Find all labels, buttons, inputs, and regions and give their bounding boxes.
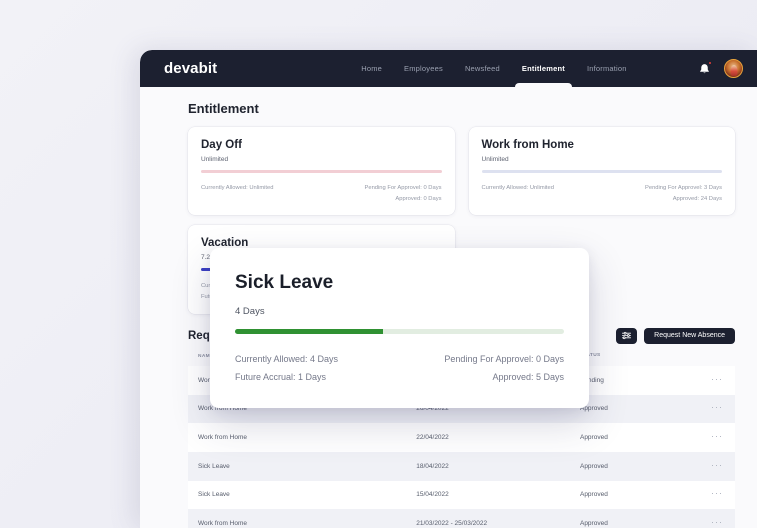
table-row[interactable]: Work from Home 21/03/2022 - 25/03/2022 App…	[188, 509, 735, 528]
table-row[interactable]: Work from Home 22/04/2022 Approved ···	[188, 423, 735, 452]
cell-actions: ···	[701, 481, 735, 510]
cell-name: Sick Leave	[198, 491, 230, 499]
cell-actions: ···	[701, 509, 735, 528]
filter-button[interactable]	[616, 327, 638, 344]
cell-status: Approved	[579, 491, 608, 499]
row-overflow-menu-icon[interactable]: ···	[711, 402, 723, 412]
work-from-home-stats: Currently Allowed: Unlimited Pending For …	[482, 183, 723, 204]
cell-name: Work from Home	[198, 520, 247, 528]
day-off-stats-right: Pending For Approvel: 0 Days Approved: 0 …	[364, 183, 441, 204]
work-from-home-amount: Unlimited	[481, 156, 509, 163]
day-off-approved: Approved: 0 Days	[395, 195, 442, 202]
request-new-absence-button[interactable]: Request New Absence	[644, 327, 735, 344]
sick-leave-entitlement-card[interactable]: Sick Leave 4 Days Currently Allowed: 4 D…	[210, 248, 589, 408]
topbar-right-actions	[698, 59, 743, 78]
nav-item-newsfeed[interactable]: Newsfeed	[465, 50, 500, 87]
cell-status: Approved	[579, 405, 608, 413]
cell-status: Approved	[579, 434, 608, 442]
day-off-stats: Currently Allowed: Unlimited Pending For …	[201, 183, 442, 204]
day-off-currently-allowed: Currently Allowed: Unlimited	[201, 185, 274, 191]
work-from-home-title: Work from Home	[481, 139, 574, 151]
work-from-home-stats-left: Currently Allowed: Unlimited	[482, 183, 555, 204]
sick-leave-progress-bar	[235, 329, 564, 334]
user-avatar[interactable]	[724, 59, 743, 78]
work-from-home-approved: Approved: 24 Days	[672, 195, 722, 202]
row-overflow-menu-icon[interactable]: ···	[711, 431, 723, 441]
sick-leave-currently-allowed: Currently Allowed: 4 Days	[235, 354, 339, 364]
work-from-home-currently-allowed: Currently Allowed: Unlimited	[481, 185, 555, 191]
cell-actions: ···	[701, 452, 735, 481]
entitlement-card-work-from-home[interactable]: Work from Home Unlimited Currently Allowed…	[468, 127, 735, 216]
work-from-home-progress-bar	[481, 170, 722, 173]
sliders-filter-icon	[622, 332, 632, 340]
cell-date: 18/04/2022	[416, 462, 449, 470]
requests-history-actions: Request New Absence	[616, 327, 735, 344]
entitlement-card-day-off[interactable]: Day Off Unlimited Currently Allowed: Unlim…	[188, 127, 455, 216]
top-navigation-bar: devabit Home Employees Newsfeed Entitlement…	[140, 50, 757, 92]
page-title: Entitlement	[188, 101, 259, 116]
cell-date: 21/03/2022 - 25/03/2022	[416, 520, 488, 528]
cell-name: Sick Leave	[198, 462, 230, 470]
day-off-title: Day Off	[201, 139, 242, 151]
sick-leave-title: Sick Leave	[235, 272, 334, 293]
cell-actions: ···	[701, 395, 735, 424]
table-row[interactable]: Sick Leave 18/04/2022 Approved ···	[188, 451, 735, 481]
cell-name: Work from Home	[198, 434, 247, 442]
row-overflow-menu-icon[interactable]: ···	[711, 517, 723, 527]
row-overflow-menu-icon[interactable]: ···	[711, 374, 723, 384]
work-from-home-pending: Pending For Approvel: 3 Days	[644, 185, 722, 191]
cell-status: Pending	[579, 376, 604, 384]
sick-leave-bar-segment-1	[383, 329, 564, 334]
work-from-home-stats-right: Pending For Approvel: 3 Days Approved: 24…	[645, 183, 722, 204]
table-row[interactable]: Sick Leave 15/04/2022 Approved ···	[188, 480, 735, 510]
column-header-status[interactable]: STATUS	[570, 353, 701, 366]
row-overflow-menu-icon[interactable]: ···	[711, 488, 723, 498]
row-overflow-menu-icon[interactable]: ···	[711, 460, 723, 470]
sick-leave-bar-segment-0	[235, 329, 384, 334]
cell-date: 22/04/2022	[416, 434, 449, 442]
sick-leave-stats-right: Pending For Approvel: 0 Days Approved: 5…	[444, 350, 564, 386]
day-off-progress-bar	[201, 170, 442, 173]
sick-leave-approved: Approved: 5 Days	[492, 372, 564, 382]
nav-item-home[interactable]: Home	[361, 50, 382, 87]
app-logo[interactable]: devabit	[164, 60, 217, 77]
sick-leave-pending: Pending For Approvel: 0 Days	[444, 354, 564, 364]
nav-item-information[interactable]: Information	[587, 50, 627, 87]
cell-status: Approved	[579, 462, 608, 470]
notification-badge-dot	[708, 60, 712, 65]
sick-leave-amount: 4 Days	[235, 306, 265, 317]
notifications-button[interactable]	[698, 60, 712, 76]
sick-leave-stats-left: Currently Allowed: 4 Days Future Accrual…	[235, 350, 338, 386]
cell-actions: ···	[701, 366, 735, 395]
nav-item-employees[interactable]: Employees	[404, 50, 443, 87]
sick-leave-stats: Currently Allowed: 4 Days Future Accrual…	[235, 350, 564, 386]
app-window: devabit Home Employees Newsfeed Entitlement…	[140, 50, 757, 528]
cell-status: Approved	[579, 520, 608, 528]
day-off-amount: Unlimited	[201, 156, 229, 163]
cell-date: 15/04/2022	[416, 491, 449, 499]
sick-leave-future-accrual: Future Accrual: 1 Days	[235, 372, 327, 382]
day-off-pending: Pending For Approvel: 0 Days	[364, 185, 442, 191]
work-from-home-bar-segment-0	[481, 170, 722, 173]
day-off-bar-segment-0	[201, 170, 442, 173]
column-header-actions	[701, 353, 735, 366]
day-off-stats-left: Currently Allowed: Unlimited	[201, 183, 274, 204]
cell-actions: ···	[701, 423, 735, 452]
nav-item-entitlement[interactable]: Entitlement	[514, 50, 572, 92]
main-nav: Home Employees Newsfeed Entitlement Informat…	[361, 50, 627, 92]
